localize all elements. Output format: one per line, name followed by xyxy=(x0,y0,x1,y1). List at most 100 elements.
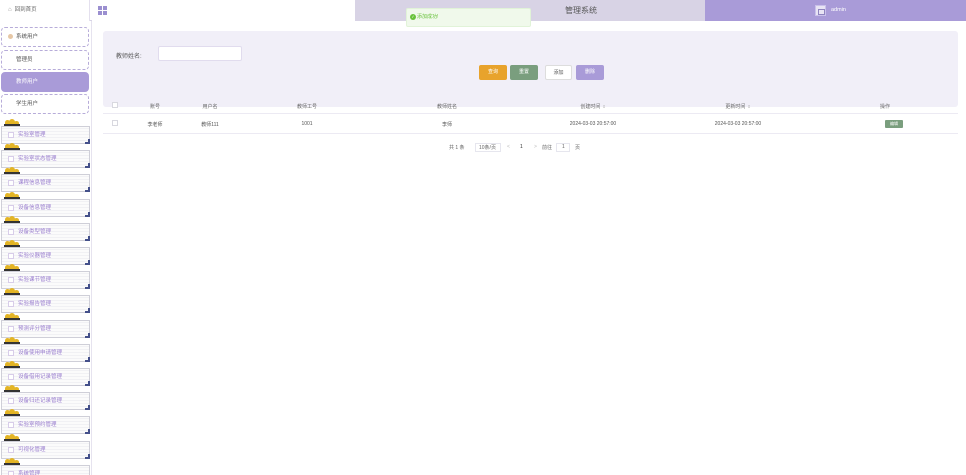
corner-fold-icon xyxy=(85,308,90,314)
header-created[interactable]: 创建时间 ⇕ xyxy=(580,103,605,110)
sidebar-menu-item[interactable]: 设备借用记录管理 xyxy=(1,368,90,386)
header-action: 操作 xyxy=(879,104,891,110)
cloud-icon xyxy=(4,143,20,151)
sidebar-menu-label: 设备归还记录管理 xyxy=(18,398,63,405)
user-area[interactable]: admin xyxy=(705,0,966,21)
app-window: ⌂回到首页 管理系统 admin ✓ 添加成功! 系统用户 管理员 教师用户 xyxy=(0,0,966,475)
goto-value: 1 xyxy=(562,144,565,150)
cell-teacher-no: 1001 xyxy=(301,121,313,127)
sort-icon[interactable]: ⇕ xyxy=(602,104,605,109)
select-all-checkbox[interactable] xyxy=(112,102,118,108)
menu-item-icon xyxy=(8,180,14,187)
sidebar-menu-item[interactable]: 预测评分管理 xyxy=(1,319,90,338)
cloud-icon xyxy=(4,215,20,223)
user-name[interactable]: admin xyxy=(831,7,846,13)
sidebar-menu-item[interactable]: 课程信息管理 xyxy=(1,174,90,193)
cloud-icon xyxy=(4,361,20,368)
sidebar-user-label: 学生用户 xyxy=(16,101,39,107)
sidebar-menu-item[interactable]: 设备归还记录管理 xyxy=(1,392,90,411)
corner-fold-icon xyxy=(85,163,90,169)
query-button[interactable]: 查询 xyxy=(479,65,507,80)
cloud-icon xyxy=(4,167,20,175)
page-number-current[interactable]: 1 xyxy=(520,144,523,150)
edit-button[interactable]: 编辑 xyxy=(885,120,903,128)
page-size-label: 10条/页 xyxy=(479,145,496,151)
sidebar-menu-item[interactable]: 设备类型管理 xyxy=(1,222,90,241)
sidebar-menu-item[interactable]: 设备使用申请管理 xyxy=(1,343,90,362)
sidebar-menu-item[interactable]: 实验课节管理 xyxy=(1,271,90,290)
sidebar-menu-item[interactable]: 实验报告管理 xyxy=(1,295,90,314)
add-button[interactable]: 添加 xyxy=(545,65,572,80)
header-updated[interactable]: 更新时间 ⇕ xyxy=(725,103,750,110)
sidebar-menu-label: 可视化管理 xyxy=(18,446,46,453)
sidebar-menu-item[interactable]: 实验仪器管理 xyxy=(1,247,90,265)
sidebar-user-label: 管理员 xyxy=(16,57,33,63)
home-link[interactable]: ⌂ 回到首页 xyxy=(0,0,90,21)
reset-button[interactable]: 重置 xyxy=(510,65,538,80)
sidebar: 系统用户 管理员 教师用户 学生用户 实验室管理实验室状态管理课程信息管理设备信… xyxy=(0,21,92,475)
cloud-icon xyxy=(4,457,20,465)
cloud-icon xyxy=(4,312,20,320)
home-label: 回到首页 xyxy=(14,7,37,13)
cloud-icon xyxy=(4,240,20,247)
menu-item-icon xyxy=(8,374,14,380)
next-page-button[interactable]: > xyxy=(534,144,537,150)
sidebar-user-student[interactable]: 学生用户 xyxy=(1,94,89,114)
teacher-name-input[interactable] xyxy=(158,46,242,61)
delete-button[interactable]: 删除 xyxy=(576,65,604,80)
header-teacher-no: 教师工号 xyxy=(296,104,318,110)
menu-item-icon xyxy=(8,301,14,308)
sort-icon[interactable]: ⇕ xyxy=(747,104,750,109)
sidebar-menu-item[interactable]: 实验室管理 xyxy=(1,126,90,144)
corner-fold-icon xyxy=(85,260,90,265)
sidebar-user-teacher[interactable]: 教师用户 xyxy=(1,72,89,92)
sidebar-menu-item[interactable]: 实验室状态管理 xyxy=(1,150,90,169)
search-label: 教师姓名: xyxy=(116,54,142,60)
menu-item-icon xyxy=(8,132,14,138)
grid-icon[interactable] xyxy=(98,6,107,15)
sidebar-menu-item[interactable]: 系统管理 xyxy=(1,464,90,475)
avatar-icon[interactable] xyxy=(815,5,826,16)
menu-item-icon xyxy=(8,349,14,356)
row-checkbox[interactable] xyxy=(112,120,118,126)
cloud-icon xyxy=(4,119,20,126)
sidebar-menu-label: 设备类型管理 xyxy=(18,228,52,235)
user-icon xyxy=(8,34,13,39)
header-updated-label: 更新时间 xyxy=(725,104,746,110)
menu-item-icon xyxy=(8,277,14,284)
menu-item-icon xyxy=(8,470,14,475)
header-username: 用户名 xyxy=(202,104,218,110)
cell-updated: 2024-03-03 20:57:00 xyxy=(714,121,762,127)
menu-toggle[interactable] xyxy=(92,0,355,21)
sidebar-menu-item[interactable]: 实验室预约管理 xyxy=(1,416,90,435)
check-circle-icon: ✓ xyxy=(410,14,416,20)
sidebar-menu-label: 实验室状态管理 xyxy=(18,156,57,163)
sidebar-menu-label: 实验室预约管理 xyxy=(18,422,57,429)
menu-item-icon xyxy=(8,422,14,429)
sidebar-user-admin[interactable]: 管理员 xyxy=(1,50,89,70)
pagination-total: 共 1 条 xyxy=(449,145,465,151)
menu-item-icon xyxy=(8,204,14,211)
sidebar-user-label: 系统用户 xyxy=(16,34,39,40)
sidebar-menu-label: 系统管理 xyxy=(18,470,41,475)
cloud-icon xyxy=(4,433,20,441)
sidebar-menu-label: 设备借用记录管理 xyxy=(18,374,63,380)
cell-teacher-name: 李师 xyxy=(441,122,453,128)
sidebar-menu-item[interactable]: 可视化管理 xyxy=(1,440,90,459)
sidebar-menu-label: 设备使用申请管理 xyxy=(18,349,63,356)
sidebar-menu-label: 设备信息管理 xyxy=(18,204,52,211)
menu-item-icon xyxy=(8,325,14,332)
cloud-icon xyxy=(4,409,20,417)
sidebar-menu-label: 实验室管理 xyxy=(18,132,46,138)
prev-page-button[interactable]: < xyxy=(507,144,510,150)
system-title: 管理系统 xyxy=(565,6,597,15)
corner-fold-icon xyxy=(85,381,90,386)
corner-fold-icon xyxy=(85,187,90,193)
table-header: 账号 用户名 教师工号 教师姓名 创建时间 ⇕ 更新时间 ⇕ 操作 xyxy=(103,97,958,114)
sidebar-menu-item[interactable]: 设备信息管理 xyxy=(1,198,90,217)
sidebar-menu-label: 预测评分管理 xyxy=(18,325,52,332)
toast-message: 添加成功! xyxy=(417,14,439,20)
sidebar-user-label: 教师用户 xyxy=(16,79,39,85)
sidebar-user-system[interactable]: 系统用户 xyxy=(1,27,89,47)
header-created-label: 创建时间 xyxy=(580,104,601,110)
